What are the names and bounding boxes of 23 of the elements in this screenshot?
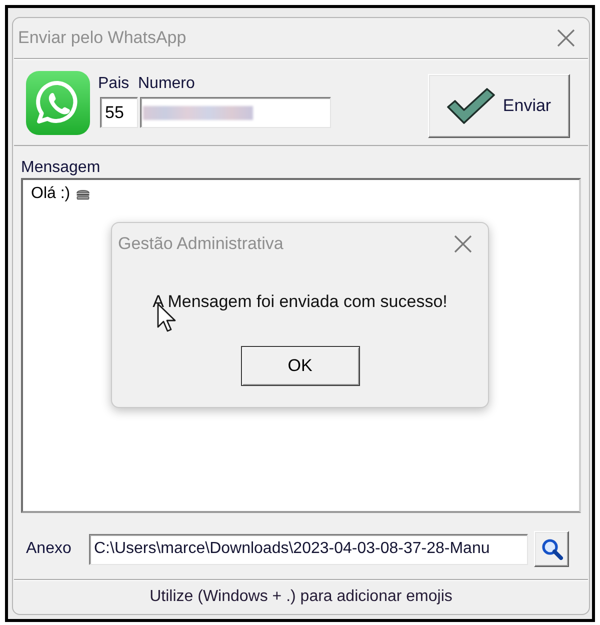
message-label: Mensagem [21,159,100,177]
search-button[interactable] [534,531,569,567]
attachment-field[interactable]: C:\Users\marce\Downloads\2023-04-03-08-37-28-Manu [89,534,528,564]
burger-icon [76,188,90,200]
close-button[interactable] [556,28,576,48]
send-button[interactable]: Enviar [428,74,570,138]
close-icon [453,234,473,254]
window-title: Enviar pelo WhatsApp [18,27,186,50]
dialog-title: Gestão Administrativa [118,233,284,256]
phone-number-field[interactable] [140,97,331,128]
checkmark-icon [446,88,495,124]
attachment-label: Anexo [26,539,72,559]
dialog-message: A Mensagem foi enviada com sucesso! [152,291,448,313]
close-icon [556,28,576,48]
search-icon [540,538,562,560]
message-text: Olá :) [31,184,70,204]
dialog-close-button[interactable] [453,234,473,254]
ok-button[interactable]: OK [240,346,360,386]
number-label: Numero [138,75,195,93]
country-code-field[interactable]: 55 [100,97,138,128]
status-text: Utilize (Windows + .) para adicionar emojis [150,586,452,606]
country-label: Pais [98,75,130,93]
chat-logo-icon [26,71,90,135]
